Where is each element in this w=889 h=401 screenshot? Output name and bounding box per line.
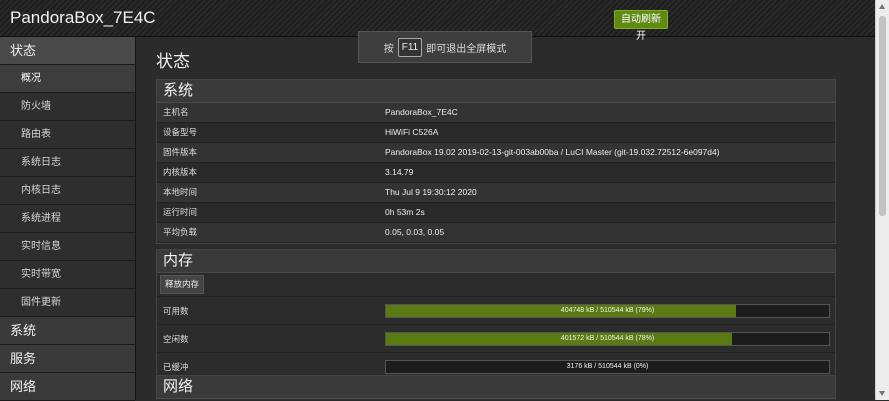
brand-title[interactable]: PandoraBox_7E4C xyxy=(10,8,156,28)
available-progress-text: 404748 kB / 510544 kB (79%) xyxy=(560,306,655,314)
buffered-progress-text: 3176 kB / 510544 kB (0%) xyxy=(566,362,649,370)
uptime-value: 0h 53m 2s xyxy=(385,207,425,217)
firmware-value: PandoraBox 19.02 2019-02-13-git-003ab00b… xyxy=(385,147,720,157)
hostname-label: 主机名 xyxy=(163,107,189,117)
page-scrollbar[interactable] xyxy=(875,0,889,400)
network-section-title: 网络 xyxy=(157,376,835,399)
free-progress-bar: 401572 kB / 510544 kB (78%) xyxy=(385,331,830,346)
load-average-label: 平均负载 xyxy=(163,227,198,237)
buffered-progress-bar: 3176 kB / 510544 kB (0%) xyxy=(385,359,830,374)
firmware-label: 固件版本 xyxy=(163,147,198,157)
main-content: 状态 系统 主机名 PandoraBox_7E4C 设备型号 HiWiFi C5… xyxy=(136,37,876,400)
sidebar-item-network[interactable]: 网络 xyxy=(0,373,135,401)
memory-row-available: 可用数 404748 kB / 510544 kB (79%) xyxy=(157,296,835,324)
hostname-value: PandoraBox_7E4C xyxy=(385,107,458,117)
table-row: 主机名 PandoraBox_7E4C xyxy=(157,103,835,123)
table-row: 设备型号 HiWiFi C526A xyxy=(157,123,835,143)
sidebar-item-system[interactable]: 系统 xyxy=(0,317,135,345)
sidebar-item-kernel-log[interactable]: 内核日志 xyxy=(0,177,135,205)
auto-refresh-button[interactable]: 自动刷新 开 xyxy=(614,10,668,42)
kernel-value: 3.14.79 xyxy=(385,167,414,177)
sidebar-item-overview[interactable]: 概况 xyxy=(0,65,135,93)
sidebar-item-processes[interactable]: 系统进程 xyxy=(0,205,135,233)
local-time-label: 本地时间 xyxy=(163,187,198,197)
memory-row-free: 空闲数 401572 kB / 510544 kB (78%) xyxy=(157,324,835,352)
scroll-thumb[interactable] xyxy=(879,16,886,216)
sidebar-item-firewall[interactable]: 防火墙 xyxy=(0,93,135,121)
load-average-value: 0.05, 0.03, 0.05 xyxy=(385,227,445,237)
sidebar-item-status[interactable]: 状态 xyxy=(0,37,135,65)
release-memory-button[interactable]: 释放内存 xyxy=(160,275,205,294)
sidebar-item-routes[interactable]: 路由表 xyxy=(0,121,135,149)
available-progress-bar: 404748 kB / 510544 kB (79%) xyxy=(385,303,830,318)
free-progress-text: 401572 kB / 510544 kB (78%) xyxy=(560,334,655,342)
system-section: 系统 主机名 PandoraBox_7E4C 设备型号 HiWiFi C526A… xyxy=(156,79,836,244)
sidebar-item-firmware-update[interactable]: 固件更新 xyxy=(0,289,135,317)
memory-toolbar: 释放内存 xyxy=(157,273,835,296)
table-row: 固件版本 PandoraBox 19.02 2019-02-13-git-003… xyxy=(157,143,835,163)
table-row: 运行时间 0h 53m 2s xyxy=(157,203,835,223)
system-section-title: 系统 xyxy=(157,80,835,103)
available-label: 可用数 xyxy=(163,305,189,316)
uptime-label: 运行时间 xyxy=(163,207,198,217)
memory-section-title: 内存 xyxy=(157,250,835,273)
page-title: 状态 xyxy=(156,52,190,71)
scroll-up-icon[interactable] xyxy=(879,4,885,9)
table-row: 内核版本 3.14.79 xyxy=(157,163,835,183)
local-time-value: Thu Jul 9 19:30:12 2020 xyxy=(385,187,477,197)
sidebar-item-realtime-bandwidth[interactable]: 实时带宽 xyxy=(0,261,135,289)
hint-suffix: 即可退出全屏模式 xyxy=(426,43,507,55)
kernel-label: 内核版本 xyxy=(163,167,198,177)
sidebar-item-realtime-info[interactable]: 实时信息 xyxy=(0,233,135,261)
scroll-down-icon[interactable] xyxy=(879,391,885,396)
network-section: 网络 xyxy=(156,375,836,400)
table-row: 本地时间 Thu Jul 9 19:30:12 2020 xyxy=(157,183,835,203)
buffered-label: 已缓冲 xyxy=(163,361,189,372)
model-value: HiWiFi C526A xyxy=(385,127,439,137)
hint-prefix: 按 xyxy=(383,43,394,55)
free-label: 空闲数 xyxy=(163,333,189,344)
table-row: 平均负载 0.05, 0.03, 0.05 xyxy=(157,223,835,243)
memory-section: 内存 释放内存 可用数 404748 kB / 510544 kB (79%) … xyxy=(156,249,836,381)
model-label: 设备型号 xyxy=(163,127,198,137)
fullscreen-hint: 按 F11 即可退出全屏模式 xyxy=(358,31,532,63)
sidebar-item-syslog[interactable]: 系统日志 xyxy=(0,149,135,177)
sidebar: 状态 概况 防火墙 路由表 系统日志 内核日志 系统进程 实时信息 实时带宽 固… xyxy=(0,37,136,401)
f11-key-badge: F11 xyxy=(397,37,423,57)
sidebar-item-services[interactable]: 服务 xyxy=(0,345,135,373)
